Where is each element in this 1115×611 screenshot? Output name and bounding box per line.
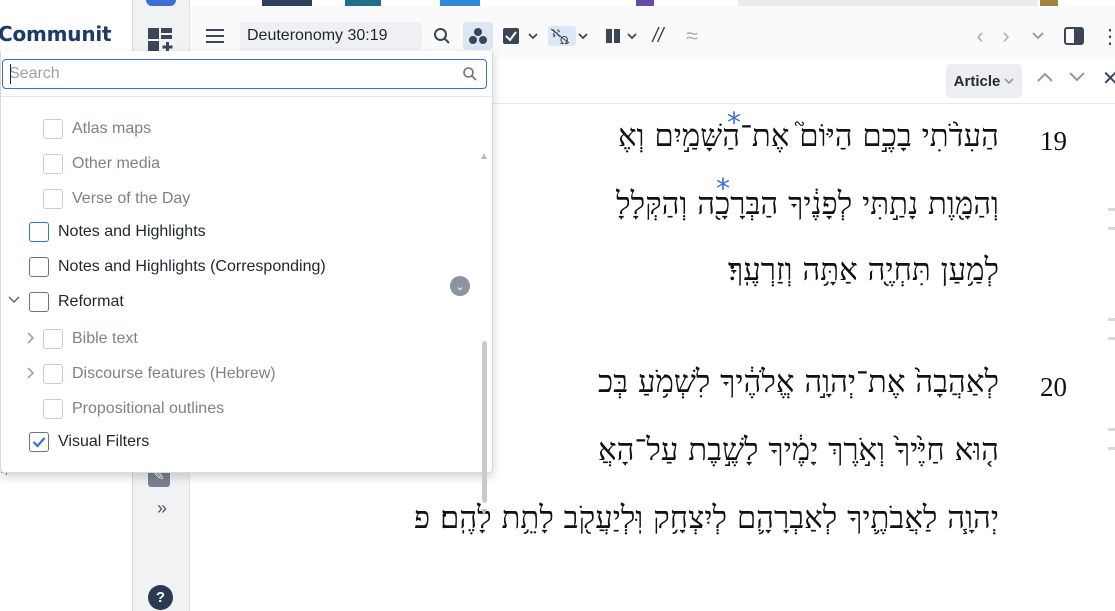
filter-label: Notes and Highlights [58, 223, 206, 240]
filter-label: Discourse features (Hebrew) [72, 365, 276, 382]
previous-article-icon[interactable] [1032, 66, 1058, 96]
community-brand-text: Communit [0, 22, 112, 46]
search-box [2, 59, 487, 89]
expand-strip-icon[interactable]: » [150, 498, 174, 519]
checkbox-checked[interactable] [29, 432, 49, 452]
checkbox[interactable] [43, 329, 63, 349]
approximate-icon[interactable]: ≈ [680, 22, 704, 50]
help-button[interactable]: ? [148, 585, 173, 610]
filter-label: Other media [72, 155, 161, 172]
filter-label: Verse of the Day [72, 190, 191, 207]
verse-number-19[interactable]: 19 [1040, 126, 1067, 157]
verse-number-20[interactable]: 20 [1040, 372, 1067, 403]
resources-icon[interactable] [463, 22, 493, 50]
filter-label: Visual Filters [58, 433, 150, 450]
filter-label: Bible text [72, 330, 138, 347]
filter-item-other-media[interactable]: Other media [43, 151, 160, 177]
scrollbar-thumb[interactable] [482, 341, 487, 503]
forward-icon[interactable]: › [996, 22, 1016, 50]
checkbox[interactable] [43, 364, 63, 384]
verse-20-line-1[interactable]: לְאַהֲבָה֙ אֶת־יְהוָ֣ה אֱלֹהֶ֔יךָ לִשְׁמ… [598, 364, 999, 400]
filter-item-bible-text[interactable]: Bible text [43, 326, 138, 352]
verse-20-line-3[interactable]: יְהוָ֧ה לַאֲבֹתֶ֛יךָ לְאַבְרָהָ֛ם לְיִצְ… [414, 500, 999, 536]
right-edge-marker [1108, 318, 1115, 340]
expand-chevron-icon[interactable] [27, 367, 35, 382]
filter-label: Notes and Highlights (Corresponding) [58, 258, 326, 275]
search-toolbar-icon[interactable] [430, 22, 454, 50]
checkbox[interactable] [29, 292, 49, 312]
scroll-down-icon[interactable]: ▼ [479, 507, 489, 518]
verse-20-line-2[interactable]: ה֤וּא חַיֶּ֙יךָ֙ וְאֹ֣רֶךְ יָמֶ֔יךָ לָשֶ… [598, 432, 999, 468]
checkbox[interactable] [29, 257, 49, 277]
back-icon[interactable]: ‹ [970, 22, 990, 50]
checkmark-icon [32, 437, 46, 448]
divider [1, 96, 494, 97]
search-icon[interactable] [462, 66, 478, 82]
next-article-icon[interactable] [1064, 66, 1090, 96]
layout-columns-icon[interactable] [602, 22, 642, 50]
right-edge-marker [1108, 208, 1115, 230]
visual-filters-icon[interactable] [500, 22, 542, 50]
filter-item-visual-filters[interactable]: Visual Filters [29, 429, 149, 455]
note-asterisk[interactable]: * [727, 106, 741, 139]
checkbox[interactable] [29, 222, 49, 242]
svg-text:Ω: Ω [560, 34, 568, 47]
chevron-down-circle-icon[interactable]: ⌄ [450, 276, 470, 296]
text-caret [10, 64, 11, 84]
filter-item-notes-and-highlights-corresponding[interactable]: Notes and Highlights (Corresponding) [29, 254, 326, 280]
verse-19-line-1[interactable]: הַעִדֹ֨תִי בָכֶ֣ם הַיּוֹם֮ אֶת־הַשָּׁמַ֣… [618, 118, 999, 154]
chevron-down-icon [1004, 77, 1014, 84]
split-panel-icon[interactable] [1062, 22, 1086, 50]
close-icon[interactable]: ✕ [1102, 66, 1115, 91]
filter-item-verse-of-the-day[interactable]: Verse of the Day [43, 186, 190, 212]
filter-item-reformat[interactable]: Reformat [29, 289, 124, 315]
article-dropdown[interactable]: Article [946, 64, 1022, 98]
resources-filter-panel: ▲ ▼ ⌄ Atlas maps Other media Verse of th… [0, 51, 494, 518]
filter-item-atlas-maps[interactable]: Atlas maps [43, 116, 151, 142]
filter-label: Propositional outlines [72, 400, 225, 417]
verse-19-line-3[interactable]: לְמַ֥עַן תִּחְיֶ֖ה אַתָּ֥ה וְזַרְעֶֽךָ׃ [728, 252, 999, 288]
reference-input[interactable] [240, 22, 422, 50]
history-dropdown-icon[interactable] [1028, 22, 1048, 50]
article-label: Article [953, 72, 1001, 90]
right-edge-marker [1108, 428, 1115, 450]
add-panel-icon[interactable] [147, 26, 175, 54]
collapse-chevron-icon[interactable] [8, 292, 20, 307]
filter-label: Reformat [58, 293, 124, 310]
checkbox[interactable] [43, 189, 63, 209]
verse-19-line-2[interactable]: וְהַמָּ֖וֶת נָתַ֣תִּי לְפָנֶ֔יךָ הַבְּרָ… [616, 186, 999, 222]
filter-item-propositional-outlines[interactable]: Propositional outlines [43, 396, 224, 422]
filter-item-notes-and-highlights[interactable]: Notes and Highlights [29, 219, 206, 245]
filter-label: Atlas maps [72, 120, 152, 137]
panel-menu-icon[interactable] [203, 22, 227, 50]
checkbox[interactable] [43, 399, 63, 419]
expand-chevron-icon[interactable] [27, 332, 35, 347]
parallel-icon[interactable]: // [646, 22, 670, 50]
checkbox[interactable] [43, 154, 63, 174]
note-asterisk[interactable]: * [716, 172, 730, 205]
interlinear-icon[interactable]: ℵΩ [547, 22, 591, 50]
checkbox[interactable] [43, 119, 63, 139]
filter-item-discourse-features[interactable]: Discourse features (Hebrew) [43, 361, 276, 387]
scroll-up-icon[interactable]: ▲ [479, 151, 489, 162]
strip-top-tab[interactable] [146, 0, 176, 6]
search-input[interactable] [9, 63, 449, 85]
more-options-icon[interactable]: ⋮ [1100, 22, 1115, 50]
